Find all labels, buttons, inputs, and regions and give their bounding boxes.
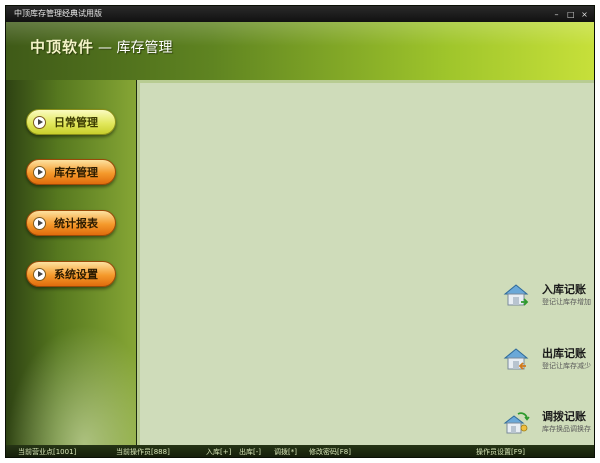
- main-content-area: 入库记账 登记让库存增加 出库记账 登记让库存减少 调拨记账 库存换品调换存: [137, 80, 594, 445]
- close-button[interactable]: ×: [581, 10, 588, 18]
- app-subtitle: — 库存管理: [98, 40, 173, 56]
- quick-action-title: 出库记账: [542, 347, 586, 360]
- nav-daily-management-button[interactable]: 日常管理: [26, 109, 116, 135]
- nav-button-label: 统计报表: [54, 217, 98, 230]
- shortcut-transfer[interactable]: 调拨[*]: [274, 445, 297, 457]
- shortcut-change-password[interactable]: 修改密码[F8]: [309, 445, 351, 457]
- quick-action-desc: 登记让库存增加: [542, 298, 591, 306]
- play-arrow-icon: [33, 267, 46, 281]
- warehouse-in-icon: [503, 284, 529, 306]
- minimize-button[interactable]: –: [553, 10, 560, 18]
- nav-button-label: 库存管理: [54, 166, 98, 179]
- status-current-store: 当前营业点[1001]: [18, 448, 77, 456]
- quick-action-desc: 登记让库存减少: [542, 362, 591, 370]
- quick-action-title: 调拨记账: [542, 410, 586, 423]
- transfer-icon: [503, 412, 530, 434]
- maximize-button[interactable]: □: [567, 10, 575, 18]
- window-controls: – □ ×: [553, 6, 588, 22]
- quick-action-title: 入库记账: [542, 283, 586, 296]
- nav-system-settings-button[interactable]: 系统设置: [26, 261, 116, 287]
- play-arrow-icon: [33, 115, 46, 129]
- quick-action-outbound[interactable]: 出库记账 登记让库存减少: [502, 345, 594, 385]
- quick-action-desc: 库存换品调换存: [542, 425, 591, 433]
- shortcut-outbound[interactable]: 出库[-]: [239, 445, 261, 457]
- quick-action-inbound[interactable]: 入库记账 登记让库存增加: [502, 281, 594, 321]
- nav-statistics-report-button[interactable]: 统计报表: [26, 210, 116, 236]
- title-bar: 中顶库存管理经典试用版 – □ ×: [6, 6, 594, 22]
- warehouse-out-icon: [503, 348, 529, 370]
- play-arrow-icon: [33, 216, 46, 230]
- status-bar: 当前营业点[1001] 当前操作员[888] 入库[+] 出库[-] 调拨[*]…: [6, 445, 594, 457]
- nav-button-label: 系统设置: [54, 268, 98, 281]
- shortcut-operator-settings[interactable]: 操作员设置[F9]: [476, 445, 525, 457]
- status-current-operator: 当前操作员[888]: [116, 448, 170, 456]
- play-arrow-icon: [33, 165, 46, 179]
- quick-action-transfer[interactable]: 调拨记账 库存换品调换存: [502, 408, 594, 445]
- header-banner: 中顶软件 — 库存管理: [6, 22, 594, 80]
- brand-name: 中顶软件: [30, 38, 95, 56]
- shortcut-inbound[interactable]: 入库[+]: [206, 445, 231, 457]
- nav-button-label: 日常管理: [54, 116, 98, 129]
- nav-inventory-management-button[interactable]: 库存管理: [26, 159, 116, 185]
- window-title: 中顶库存管理经典试用版: [14, 9, 102, 18]
- app-window: 中顶库存管理经典试用版 – □ × 中顶软件 — 库存管理 日常管理 库存管理 …: [5, 5, 595, 458]
